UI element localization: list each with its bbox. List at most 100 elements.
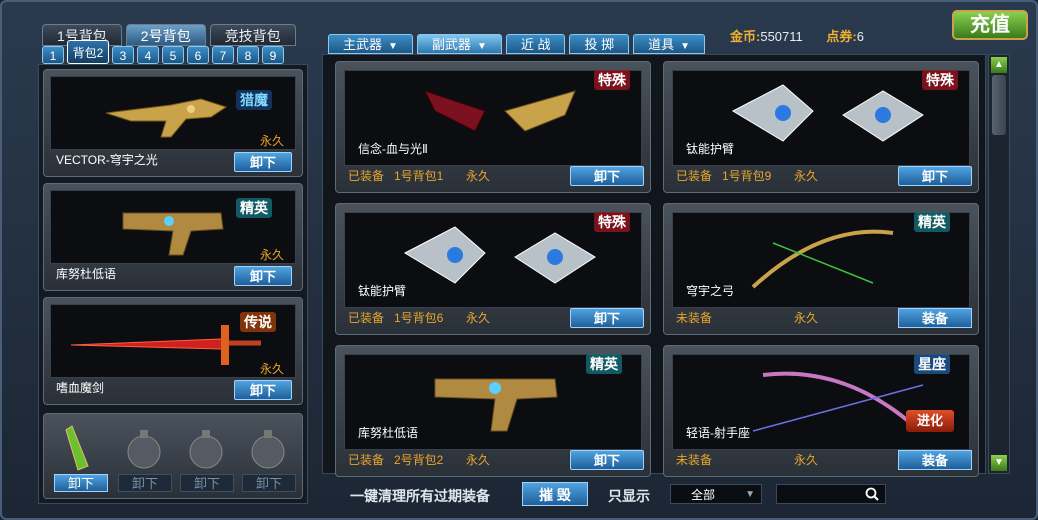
duration-label: 永久 — [466, 169, 491, 183]
subtab-9[interactable]: 9 — [262, 46, 284, 64]
equip-status: 已装备 — [348, 453, 385, 467]
sub-tabs: 1 背包2 3 4 5 6 7 8 9 — [42, 40, 284, 64]
bag-slot: 1号背包9 — [722, 169, 772, 183]
equip-status: 已装备 — [676, 169, 713, 183]
weapon-card[interactable]: 特殊 钛能护臂 已装备 1号背包6 永久 卸下 — [335, 203, 651, 335]
rarity-badge: 特殊 — [594, 212, 630, 232]
scroll-up-icon[interactable]: ▲ — [991, 57, 1007, 73]
grenade-slot-3[interactable] — [180, 422, 232, 474]
weapon-name: 钛能护臂 — [686, 142, 735, 156]
scroll-thumb[interactable] — [992, 75, 1006, 135]
weapon-card[interactable]: 特殊 信念-血与光Ⅱ 已装备 1号背包1 永久 卸下 — [335, 61, 651, 193]
unequip-button[interactable]: 卸下 — [234, 266, 292, 286]
duration-label: 永久 — [794, 311, 819, 325]
equip-status: 已装备 — [348, 311, 385, 325]
grenade-icon — [127, 430, 161, 469]
unequip-button[interactable]: 卸下 — [242, 474, 296, 492]
unequip-button[interactable]: 卸下 — [570, 166, 644, 186]
subtab-4[interactable]: 4 — [137, 46, 159, 64]
search-icon[interactable] — [865, 487, 879, 501]
unequip-button[interactable]: 卸下 — [570, 308, 644, 328]
weapon-card[interactable]: 精英 库努杜低语 已装备 2号背包2 永久 卸下 — [335, 345, 651, 477]
slot-primary[interactable]: 猎魔 永久 VECTOR-穹宇之光 卸下 — [43, 69, 303, 177]
bottom-toolbar: 一键清理所有过期装备 摧 毁 只显示 全部 ▼ — [322, 478, 1012, 512]
tab-label: 道具 — [648, 37, 675, 52]
filter-select[interactable]: 全部 ▼ — [670, 484, 762, 504]
inventory-window: 1号背包 2号背包 竞技背包 1 背包2 3 4 5 6 7 8 9 猎魔 永久… — [0, 0, 1038, 520]
subtab-6[interactable]: 6 — [187, 46, 209, 64]
grenade-slot-2[interactable] — [118, 422, 170, 474]
duration-label: 永久 — [466, 311, 491, 325]
clear-expired-label: 一键清理所有过期装备 — [350, 488, 490, 504]
evolve-button[interactable]: 进化 — [906, 410, 954, 432]
tab-primary-weapon[interactable]: 主武器 ▼ — [328, 34, 413, 54]
subtab-1[interactable]: 1 — [42, 46, 64, 64]
scroll-down-icon[interactable]: ▼ — [991, 455, 1007, 471]
search-input[interactable] — [776, 484, 886, 504]
weapon-card[interactable]: 特殊 钛能护臂 已装备 1号背包9 永久 卸下 — [663, 61, 979, 193]
unequip-button[interactable]: 卸下 — [570, 450, 644, 470]
unequip-button[interactable]: 卸下 — [898, 166, 972, 186]
vertical-scrollbar[interactable]: ▲ ▼ — [988, 54, 1010, 474]
duration-label: 永久 — [466, 453, 491, 467]
weapon-name: 库努杜低语 — [56, 267, 117, 281]
weapon-card[interactable]: 精英 穹宇之弓 未装备 永久 装备 — [663, 203, 979, 335]
subtab-3[interactable]: 3 — [112, 46, 134, 64]
grenade-icon — [251, 430, 285, 469]
grenade-slot-1[interactable] — [54, 422, 106, 474]
points-label: 点券: — [826, 29, 857, 44]
rarity-badge: 星座 — [914, 354, 950, 374]
duration-label: 永久 — [259, 248, 284, 262]
weapon-grid: 特殊 信念-血与光Ⅱ 已装备 1号背包1 永久 卸下 特殊 钛能护臂 已装备 1… — [322, 54, 986, 477]
equip-status: 未装备 — [676, 453, 713, 467]
equip-button[interactable]: 装备 — [898, 450, 972, 470]
tab-melee[interactable]: 近 战 — [505, 34, 566, 54]
unequip-button[interactable]: 卸下 — [234, 380, 292, 400]
duration-label: 永久 — [794, 453, 819, 467]
weapon-name: 嗜血魔剑 — [56, 381, 105, 395]
duration-label: 永久 — [259, 134, 284, 148]
rarity-badge: 精英 — [586, 354, 622, 374]
tab-bag-2[interactable]: 2号背包 — [125, 24, 206, 46]
subtab-2[interactable]: 背包2 — [67, 40, 109, 64]
category-tabs: 主武器 ▼ 副武器 ▼ 近 战 投 掷 道具 ▼ — [328, 34, 706, 54]
bag-slot: 1号背包1 — [394, 169, 444, 183]
bag-slot: 2号背包2 — [394, 453, 444, 467]
destroy-button[interactable]: 摧 毁 — [522, 482, 588, 506]
weapon-name: 钛能护臂 — [358, 284, 407, 298]
slot-secondary[interactable]: 精英 永久 库努杜低语 卸下 — [43, 183, 303, 291]
weapon-name: 穹宇之弓 — [686, 284, 735, 298]
show-only-label: 只显示 — [608, 488, 650, 504]
filter-value: 全部 — [691, 488, 716, 502]
rarity-badge: 精英 — [914, 212, 950, 232]
rarity-badge: 特殊 — [594, 70, 630, 90]
tab-items[interactable]: 道具 ▼ — [633, 34, 706, 54]
unequip-button[interactable]: 卸下 — [180, 474, 234, 492]
subtab-5[interactable]: 5 — [162, 46, 184, 64]
weapon-name: VECTOR-穹宇之光 — [56, 153, 158, 167]
tab-throwable[interactable]: 投 掷 — [569, 34, 630, 54]
unequip-button[interactable]: 卸下 — [234, 152, 292, 172]
unequip-button[interactable]: 卸下 — [54, 474, 108, 492]
weapon-card[interactable]: 星座 进化 轻语-射手座 未装备 永久 装备 — [663, 345, 979, 477]
duration-label: 永久 — [794, 169, 819, 183]
tab-bag-arena[interactable]: 竞技背包 — [209, 24, 296, 46]
recharge-button[interactable]: 充值 — [952, 10, 1028, 40]
equip-status: 未装备 — [676, 311, 713, 325]
grenade-icon — [189, 430, 223, 469]
grenade-slot-4[interactable] — [242, 422, 294, 474]
bag-slot: 1号背包6 — [394, 311, 444, 325]
tab-secondary-weapon[interactable]: 副武器 ▼ — [416, 34, 502, 54]
rarity-badge: 精英 — [236, 198, 272, 218]
crystal-grenade-icon — [65, 425, 89, 471]
equip-button[interactable]: 装备 — [898, 308, 972, 328]
weapon-name: 库努杜低语 — [358, 426, 419, 440]
tab-label: 主武器 — [343, 37, 383, 52]
gold-label: 金币: — [730, 29, 761, 44]
unequip-button[interactable]: 卸下 — [118, 474, 172, 492]
slot-melee[interactable]: 传说 永久 嗜血魔剑 卸下 — [43, 297, 303, 405]
rarity-badge: 特殊 — [922, 70, 958, 90]
chevron-down-icon: ▼ — [745, 489, 755, 500]
subtab-8[interactable]: 8 — [237, 46, 259, 64]
subtab-7[interactable]: 7 — [212, 46, 234, 64]
